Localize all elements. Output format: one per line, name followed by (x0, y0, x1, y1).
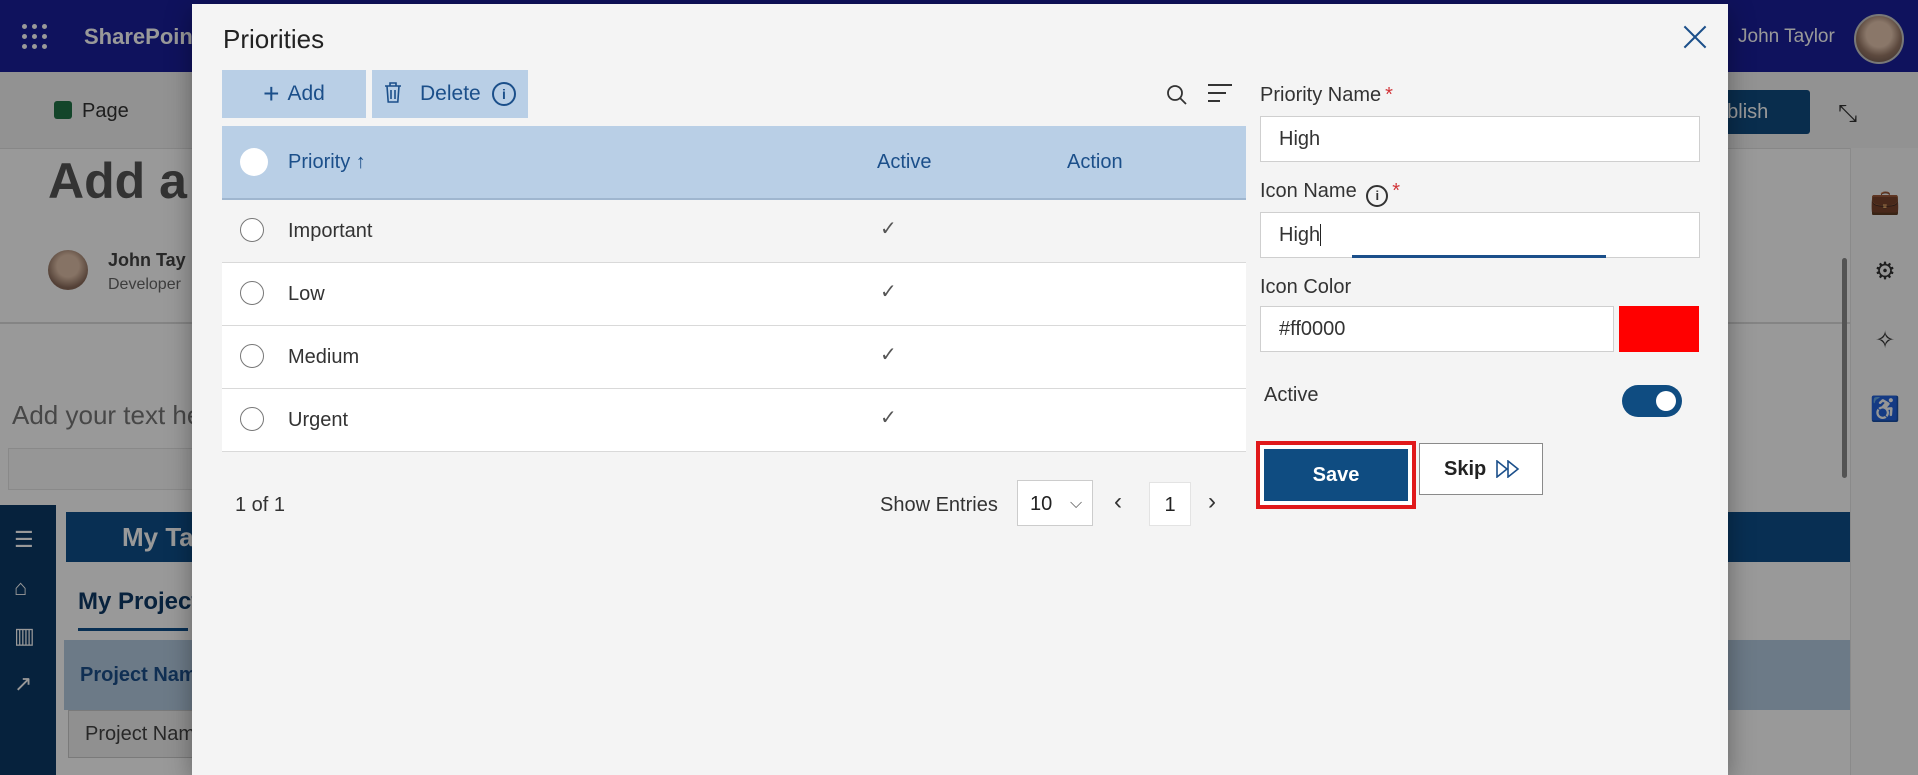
active-toggle[interactable] (1622, 385, 1682, 417)
current-page[interactable]: 1 (1149, 482, 1191, 526)
info-icon[interactable]: i (492, 82, 516, 106)
priority-name-cell: Urgent (288, 409, 349, 431)
dialog-title: Priorities (223, 24, 325, 54)
table-row[interactable]: Important ✓ (222, 200, 1246, 263)
table-header: Priority ↑ Active Action (222, 126, 1246, 200)
active-check-icon: ✓ (880, 407, 897, 429)
priority-name-cell: Medium (288, 346, 360, 368)
search-icon[interactable] (1166, 84, 1188, 106)
required-marker: * (1392, 180, 1401, 202)
required-marker: * (1385, 84, 1393, 106)
input-focus-underline (1352, 255, 1606, 258)
add-button-label: Add (287, 82, 325, 105)
row-select-radio[interactable] (240, 218, 264, 242)
priority-name-label: Priority Name * (1260, 84, 1393, 107)
icon-name-label-text: Icon Name (1260, 180, 1357, 202)
filter-sort-icon[interactable] (1208, 84, 1232, 104)
text-caret (1320, 224, 1322, 246)
column-header-priority-label: Priority (288, 151, 351, 173)
trash-icon (385, 82, 401, 103)
priority-name-cell: Important (288, 220, 373, 242)
color-swatch[interactable] (1619, 306, 1699, 352)
row-select-radio[interactable] (240, 344, 264, 368)
row-select-radio[interactable] (240, 281, 264, 305)
active-check-icon: ✓ (880, 344, 897, 366)
save-button[interactable]: Save (1256, 441, 1416, 509)
priorities-table: Priority ↑ Active Action Important ✓ Low… (222, 126, 1246, 452)
skip-button[interactable]: Skip (1419, 443, 1543, 495)
plus-icon: + (263, 78, 280, 109)
table-row[interactable]: Medium ✓ (222, 326, 1246, 389)
delete-button-label: Delete (420, 82, 481, 105)
sort-ascending-icon: ↑ (355, 151, 366, 173)
page-count: 1 of 1 (235, 494, 286, 516)
icon-name-value: High (1279, 224, 1321, 246)
entries-dropdown[interactable]: 10 ⌵ (1017, 480, 1093, 526)
active-label: Active (1264, 384, 1319, 406)
icon-color-input[interactable]: #ff0000 (1260, 306, 1614, 352)
prev-page-icon[interactable]: ‹ (1114, 488, 1122, 516)
icon-name-label: Icon Name i * (1260, 180, 1400, 207)
row-select-radio[interactable] (240, 407, 264, 431)
column-header-action: Action (1067, 151, 1123, 173)
next-page-icon[interactable]: › (1208, 488, 1216, 516)
entries-value: 10 (1030, 493, 1053, 515)
select-all-radio[interactable] (240, 148, 268, 176)
delete-button[interactable]: Delete i (372, 70, 528, 118)
icon-name-input[interactable]: High (1260, 212, 1700, 258)
table-row[interactable]: Low ✓ (222, 263, 1246, 326)
close-icon[interactable] (1680, 22, 1710, 52)
priority-name-cell: Low (288, 283, 325, 305)
active-check-icon: ✓ (880, 281, 897, 303)
icon-color-label: Icon Color (1260, 276, 1352, 298)
fast-forward-icon (1496, 460, 1520, 478)
priorities-dialog: Priorities + Add Delete i Priority ↑ Acti… (192, 4, 1728, 775)
active-check-icon: ✓ (880, 218, 897, 240)
add-button[interactable]: + Add (222, 70, 366, 118)
priority-name-label-text: Priority Name (1260, 84, 1382, 106)
column-header-priority[interactable]: Priority ↑ (288, 126, 366, 198)
info-icon[interactable]: i (1366, 185, 1389, 207)
show-entries-label: Show Entries (880, 494, 998, 516)
column-header-active[interactable]: Active (877, 126, 931, 198)
table-row[interactable]: Urgent ✓ (222, 389, 1246, 452)
toggle-knob (1656, 391, 1676, 411)
priority-name-input[interactable]: High (1260, 116, 1700, 162)
skip-button-label: Skip (1444, 458, 1487, 480)
chevron-down-icon: ⌵ (1070, 495, 1083, 512)
